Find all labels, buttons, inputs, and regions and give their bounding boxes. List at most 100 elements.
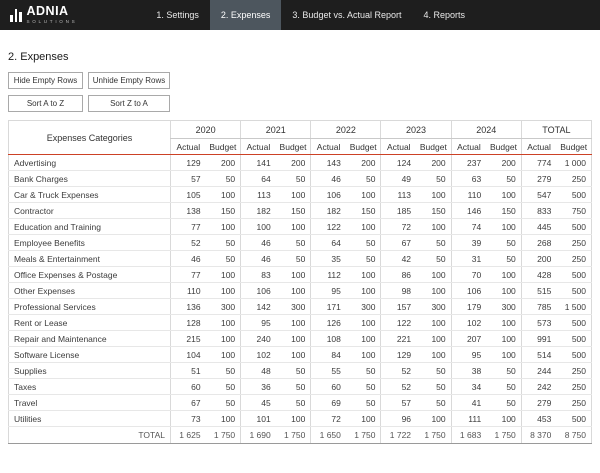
value-cell[interactable]: 46 [241, 251, 276, 267]
category-cell[interactable]: Car & Truck Expenses [9, 187, 171, 203]
value-cell[interactable]: 95 [311, 283, 346, 299]
value-cell[interactable]: 100 [276, 331, 311, 347]
value-cell[interactable]: 221 [381, 331, 416, 347]
category-cell[interactable]: Taxes [9, 379, 171, 395]
value-cell[interactable]: 67 [171, 395, 206, 411]
value-cell[interactable]: 50 [346, 395, 381, 411]
value-cell[interactable]: 100 [416, 187, 451, 203]
value-cell[interactable]: 279 [521, 395, 556, 411]
category-cell[interactable]: Contractor [9, 203, 171, 219]
value-cell[interactable]: 95 [451, 347, 486, 363]
value-cell[interactable]: 105 [171, 187, 206, 203]
value-cell[interactable]: 55 [311, 363, 346, 379]
value-cell[interactable]: 101 [241, 411, 276, 427]
value-cell[interactable]: 50 [346, 235, 381, 251]
value-cell[interactable]: 38 [451, 363, 486, 379]
value-cell[interactable]: 157 [381, 299, 416, 315]
category-cell[interactable]: Professional Services [9, 299, 171, 315]
value-cell[interactable]: 100 [346, 411, 381, 427]
value-cell[interactable]: 445 [521, 219, 556, 235]
category-cell[interactable]: Supplies [9, 363, 171, 379]
value-cell[interactable]: 100 [206, 315, 241, 331]
value-cell[interactable]: 1 500 [556, 299, 591, 315]
value-cell[interactable]: 98 [381, 283, 416, 299]
category-cell[interactable]: Utilities [9, 411, 171, 427]
value-cell[interactable]: 100 [276, 187, 311, 203]
category-cell[interactable]: Other Expenses [9, 283, 171, 299]
value-cell[interactable]: 500 [556, 347, 591, 363]
value-cell[interactable]: 106 [451, 283, 486, 299]
value-cell[interactable]: 70 [451, 267, 486, 283]
value-cell[interactable]: 50 [486, 251, 521, 267]
value-cell[interactable]: 250 [556, 171, 591, 187]
value-cell[interactable]: 104 [171, 347, 206, 363]
value-cell[interactable]: 207 [451, 331, 486, 347]
value-cell[interactable]: 50 [416, 251, 451, 267]
value-cell[interactable]: 100 [416, 411, 451, 427]
value-cell[interactable]: 60 [311, 379, 346, 395]
value-cell[interactable]: 50 [486, 363, 521, 379]
value-cell[interactable]: 150 [416, 203, 451, 219]
value-cell[interactable]: 50 [206, 395, 241, 411]
value-cell[interactable]: 1 000 [556, 155, 591, 171]
value-cell[interactable]: 100 [346, 347, 381, 363]
value-cell[interactable]: 150 [276, 203, 311, 219]
value-cell[interactable]: 200 [521, 251, 556, 267]
value-cell[interactable]: 100 [276, 315, 311, 331]
value-cell[interactable]: 185 [381, 203, 416, 219]
value-cell[interactable]: 100 [416, 267, 451, 283]
value-cell[interactable]: 50 [486, 171, 521, 187]
value-cell[interactable]: 100 [241, 219, 276, 235]
value-cell[interactable]: 200 [346, 155, 381, 171]
value-cell[interactable]: 215 [171, 331, 206, 347]
value-cell[interactable]: 57 [381, 395, 416, 411]
hide-empty-rows-button[interactable]: Hide Empty Rows [8, 72, 83, 89]
value-cell[interactable]: 200 [276, 155, 311, 171]
value-cell[interactable]: 774 [521, 155, 556, 171]
value-cell[interactable]: 833 [521, 203, 556, 219]
value-cell[interactable]: 991 [521, 331, 556, 347]
value-cell[interactable]: 50 [486, 395, 521, 411]
value-cell[interactable]: 200 [416, 155, 451, 171]
value-cell[interactable]: 138 [171, 203, 206, 219]
value-cell[interactable]: 50 [346, 251, 381, 267]
value-cell[interactable]: 95 [241, 315, 276, 331]
value-cell[interactable]: 50 [346, 171, 381, 187]
value-cell[interactable]: 51 [171, 363, 206, 379]
value-cell[interactable]: 86 [381, 267, 416, 283]
value-cell[interactable]: 100 [276, 283, 311, 299]
value-cell[interactable]: 136 [171, 299, 206, 315]
value-cell[interactable]: 50 [276, 379, 311, 395]
value-cell[interactable]: 50 [276, 235, 311, 251]
value-cell[interactable]: 300 [206, 299, 241, 315]
value-cell[interactable]: 500 [556, 267, 591, 283]
value-cell[interactable]: 171 [311, 299, 346, 315]
category-cell[interactable]: Employee Benefits [9, 235, 171, 251]
value-cell[interactable]: 50 [416, 363, 451, 379]
value-cell[interactable]: 785 [521, 299, 556, 315]
value-cell[interactable]: 100 [206, 219, 241, 235]
value-cell[interactable]: 179 [451, 299, 486, 315]
value-cell[interactable]: 514 [521, 347, 556, 363]
category-cell[interactable]: Rent or Lease [9, 315, 171, 331]
value-cell[interactable]: 50 [416, 171, 451, 187]
value-cell[interactable]: 200 [206, 155, 241, 171]
category-cell[interactable]: Education and Training [9, 219, 171, 235]
value-cell[interactable]: 100 [346, 267, 381, 283]
value-cell[interactable]: 46 [311, 171, 346, 187]
value-cell[interactable]: 100 [416, 283, 451, 299]
value-cell[interactable]: 750 [556, 203, 591, 219]
value-cell[interactable]: 122 [311, 219, 346, 235]
value-cell[interactable]: 106 [241, 283, 276, 299]
category-cell[interactable]: Bank Charges [9, 171, 171, 187]
value-cell[interactable]: 52 [171, 235, 206, 251]
value-cell[interactable]: 113 [381, 187, 416, 203]
value-cell[interactable]: 52 [381, 379, 416, 395]
value-cell[interactable]: 100 [486, 267, 521, 283]
value-cell[interactable]: 100 [486, 411, 521, 427]
value-cell[interactable]: 50 [416, 395, 451, 411]
value-cell[interactable]: 100 [486, 347, 521, 363]
category-cell[interactable]: Repair and Maintenance [9, 331, 171, 347]
tab-expenses[interactable]: 2. Expenses [210, 0, 282, 30]
value-cell[interactable]: 240 [241, 331, 276, 347]
